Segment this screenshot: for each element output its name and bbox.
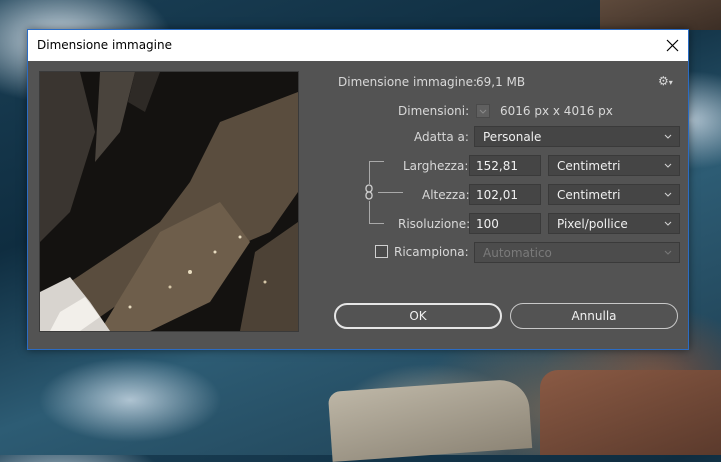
resample-method-select[interactable]: Automatico	[474, 242, 680, 263]
link-bracket-bottom	[369, 201, 384, 224]
width-unit-select[interactable]: Centimetri	[548, 155, 680, 176]
close-button[interactable]	[658, 30, 688, 61]
height-input[interactable]: 102,01	[469, 184, 541, 205]
resample-label[interactable]: Ricampiona:	[394, 245, 469, 259]
height-value: 102,01	[476, 188, 518, 202]
gear-icon: ⚙	[658, 74, 669, 88]
width-input[interactable]: 152,81	[469, 155, 541, 176]
dimensions-label: Dimensioni:	[398, 104, 470, 118]
constrain-proportions-toggle[interactable]	[363, 184, 377, 200]
background-rock	[327, 378, 533, 462]
chevron-down-icon: ▾	[668, 78, 673, 87]
title-bar[interactable]: Dimensione immagine	[28, 30, 688, 61]
width-value: 152,81	[476, 159, 518, 173]
background-rock	[600, 0, 721, 30]
link-bracket-top	[369, 161, 384, 184]
dimensions-value: 6016 px x 4016 px	[500, 104, 613, 118]
resolution-input[interactable]: 100	[469, 213, 541, 234]
preview-image	[40, 72, 298, 331]
fit-to-select[interactable]: Personale	[474, 126, 680, 147]
cancel-button[interactable]: Annulla	[510, 303, 678, 329]
image-preview[interactable]	[39, 71, 299, 332]
chevron-down-icon	[664, 134, 672, 139]
height-label: Altezza:	[422, 188, 470, 202]
resample-method-value: Automatico	[483, 246, 552, 260]
chevron-down-icon	[664, 192, 672, 197]
chevron-down-icon	[664, 163, 672, 168]
chevron-down-icon	[664, 221, 672, 226]
image-size-dialog: Dimensione immagine Dimensione immagine:…	[27, 29, 689, 350]
background-rock	[540, 370, 721, 455]
fit-to-value: Personale	[483, 130, 542, 144]
chain-link-icon	[365, 184, 373, 200]
image-size-value: 69,1 MB	[476, 75, 526, 89]
resolution-value: 100	[476, 217, 499, 231]
chevron-down-icon	[664, 250, 672, 255]
image-size-label: Dimensione immagine:	[338, 75, 478, 89]
width-unit-value: Centimetri	[557, 159, 621, 173]
height-unit-value: Centimetri	[557, 188, 621, 202]
settings-menu[interactable]: ⚙▾	[658, 74, 673, 88]
close-icon	[666, 39, 679, 52]
chevron-down-icon	[479, 109, 487, 114]
window-title: Dimensione immagine	[37, 38, 172, 52]
resample-checkbox[interactable]	[375, 245, 388, 258]
resolution-unit-select[interactable]: Pixel/pollice	[548, 213, 680, 234]
resolution-label: Risoluzione:	[398, 217, 471, 231]
dimensions-menu-button[interactable]	[476, 104, 490, 118]
width-label: Larghezza:	[403, 159, 469, 173]
ok-button[interactable]: OK	[334, 303, 502, 329]
resolution-unit-value: Pixel/pollice	[557, 217, 628, 231]
link-bracket-middle	[378, 192, 403, 193]
fit-to-label: Adatta a:	[414, 130, 469, 144]
height-unit-select[interactable]: Centimetri	[548, 184, 680, 205]
